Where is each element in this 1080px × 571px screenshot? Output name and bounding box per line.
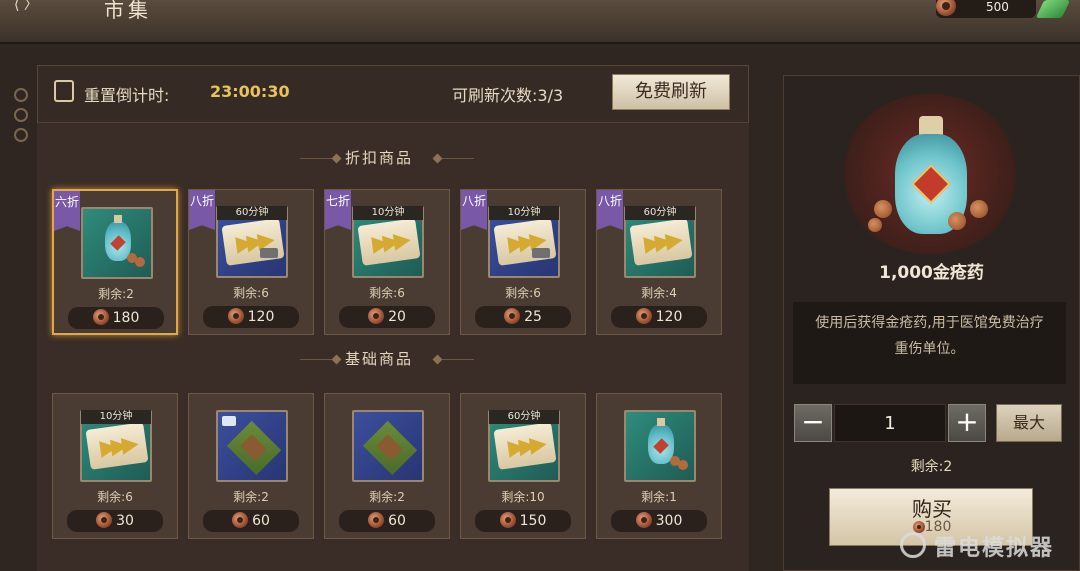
discount-tag: 八折 <box>189 190 215 230</box>
quantity-increase-button[interactable]: + <box>948 404 986 442</box>
refresh-count-label: 可刷新次数:3/3 <box>452 86 564 105</box>
item-price-value: 150 <box>519 513 547 529</box>
shop-item-card[interactable]: 剩余:1 300 <box>596 393 722 539</box>
item-price-value: 180 <box>112 310 140 326</box>
shop-item-card[interactable]: ▶▶▶ 10分钟 剩余:6 30 <box>52 393 178 539</box>
item-price: 120 <box>611 306 707 328</box>
item-name: 1,000金疮药 <box>879 263 984 283</box>
item-price-value: 300 <box>655 513 683 529</box>
item-price-value: 60 <box>252 513 270 529</box>
section-divider <box>300 158 336 159</box>
max-quantity-button[interactable]: 最大 <box>996 404 1062 442</box>
town-build-icon <box>216 410 288 482</box>
item-remaining: 剩余:4 <box>641 286 677 300</box>
item-price-value: 20 <box>388 309 406 325</box>
currency-display[interactable]: 500 <box>936 0 1036 18</box>
copper-coin-icon <box>499 512 516 528</box>
item-price: 30 <box>67 510 163 532</box>
shop-item-card[interactable]: 剩余:2 60 <box>188 393 314 539</box>
item-price: 60 <box>203 510 299 532</box>
item-price: 20 <box>339 306 435 328</box>
copper-coin-icon <box>504 308 521 324</box>
shop-item-card[interactable]: ▶▶▶ 60分钟 八折 剩余:4 120 <box>596 189 722 335</box>
free-refresh-button[interactable]: 免费刷新 <box>612 74 730 110</box>
quantity-input[interactable] <box>834 404 946 442</box>
shop-item-card[interactable]: 六折剩余:2 180 <box>52 189 178 335</box>
copper-coin-icon <box>936 0 956 16</box>
basic-section-title: 基础商品 <box>345 350 414 368</box>
town-farm-icon <box>352 410 424 482</box>
discount-section-title: 折扣商品 <box>345 149 414 167</box>
copper-coin-icon <box>227 308 244 324</box>
item-price: 25 <box>475 306 571 328</box>
copper-coin-icon <box>232 512 249 528</box>
item-price-value: 120 <box>655 309 683 325</box>
item-price: 180 <box>68 307 164 329</box>
section-divider <box>300 359 336 360</box>
currency-value: 500 <box>986 0 1009 14</box>
hourglass-icon <box>54 80 74 102</box>
item-description: 使用后获得金疮药,用于医馆免费治疗重伤单位。 <box>793 302 1066 384</box>
item-remaining: 剩余:2 <box>98 287 134 301</box>
potion-icon <box>81 207 153 279</box>
decorative-chain <box>8 82 34 172</box>
discount-tag: 七折 <box>325 190 351 230</box>
shop-item-card[interactable]: ▶▶▶ 10分钟 八折 剩余:6 25 <box>460 189 586 335</box>
duration-tag: 60分钟 <box>489 410 559 424</box>
page-title: 市集 <box>104 0 152 22</box>
section-divider <box>438 158 474 159</box>
potion-icon <box>624 410 696 482</box>
copper-coin-icon <box>96 512 113 528</box>
back-button[interactable]: ⟨ 〉 <box>14 0 74 14</box>
shop-item-card[interactable]: 剩余:2 60 <box>324 393 450 539</box>
reset-countdown-label: 重置倒计时: <box>84 86 170 105</box>
item-price-value: 25 <box>524 309 542 325</box>
discount-tag: 六折 <box>54 191 80 231</box>
discount-tag: 八折 <box>461 190 487 230</box>
item-price: 60 <box>339 510 435 532</box>
duration-tag: 10分钟 <box>489 206 559 220</box>
item-price: 120 <box>203 306 299 328</box>
duration-tag: 10分钟 <box>81 410 151 424</box>
discount-tag: 八折 <box>597 190 623 230</box>
detail-remaining: 剩余:2 <box>910 459 953 475</box>
copper-coin-icon <box>635 308 652 324</box>
copper-coin-icon <box>92 309 109 325</box>
watermark-text: 雷电模拟器 <box>934 536 1055 561</box>
item-remaining: 剩余:6 <box>233 286 269 300</box>
shop-item-card[interactable]: ▶▶▶ 60分钟 八折 剩余:6 120 <box>188 189 314 335</box>
item-remaining: 剩余:6 <box>97 490 133 504</box>
duration-tag: 60分钟 <box>217 206 287 220</box>
top-bar: ⟨ 〉 市集 500 <box>0 0 1080 44</box>
item-remaining: 剩余:2 <box>233 490 269 504</box>
section-divider <box>438 359 474 360</box>
watermark: 雷电模拟器 <box>900 530 1070 561</box>
item-remaining: 剩余:6 <box>505 286 541 300</box>
item-remaining: 剩余:10 <box>501 490 545 504</box>
item-price-value: 60 <box>388 513 406 529</box>
item-remaining: 剩余:1 <box>641 490 677 504</box>
item-price-value: 120 <box>247 309 275 325</box>
copper-coin-icon <box>368 308 385 324</box>
item-price: 300 <box>611 510 707 532</box>
shop-item-card[interactable]: ▶▶▶ 60分钟 剩余:10 150 <box>460 393 586 539</box>
copper-coin-icon <box>368 512 385 528</box>
duration-tag: 10分钟 <box>353 206 423 220</box>
quantity-decrease-button[interactable]: − <box>794 404 832 442</box>
item-price: 150 <box>475 510 571 532</box>
buy-label: 购买 <box>912 497 952 521</box>
copper-coin-icon <box>635 512 652 528</box>
reset-countdown-value: 23:00:30 <box>210 82 290 101</box>
emulator-logo-icon <box>900 532 926 558</box>
item-remaining: 剩余:6 <box>369 286 405 300</box>
item-remaining: 剩余:2 <box>369 490 405 504</box>
jade-currency-icon[interactable] <box>1035 0 1071 18</box>
shop-item-card[interactable]: ▶▶▶ 10分钟 七折 剩余:6 20 <box>324 189 450 335</box>
item-price-value: 30 <box>116 513 134 529</box>
duration-tag: 60分钟 <box>625 206 695 220</box>
